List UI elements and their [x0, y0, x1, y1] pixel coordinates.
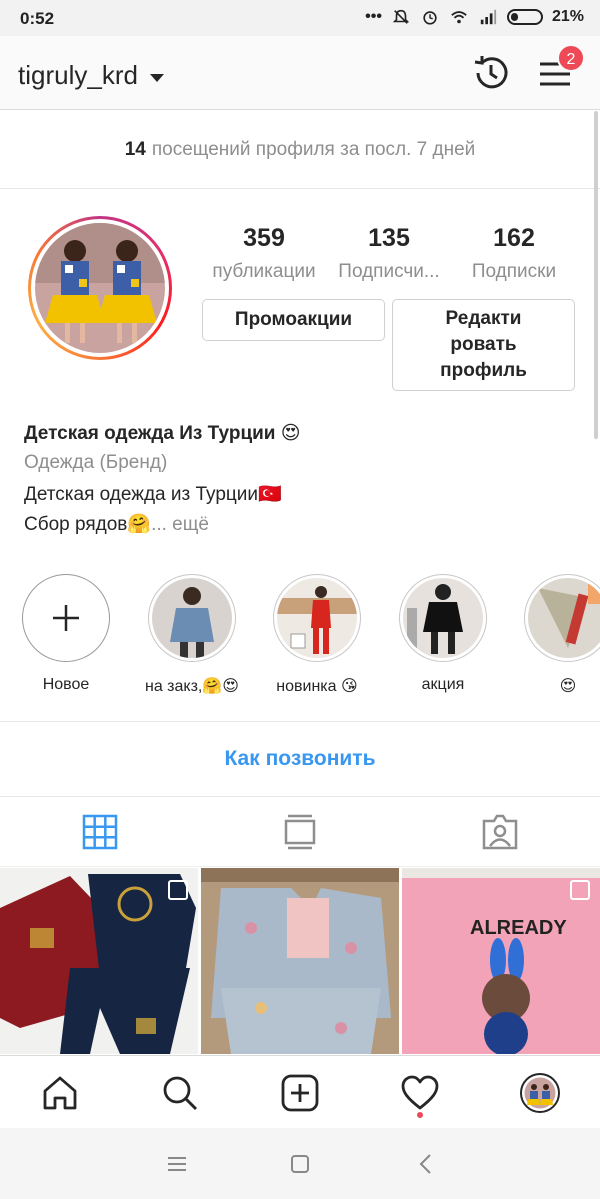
add-post-icon	[281, 1074, 319, 1111]
feed-icon	[284, 814, 316, 850]
highlight-new[interactable]: Новое	[11, 574, 121, 694]
stat-following[interactable]: 162 Подписки	[456, 224, 572, 283]
back-chevron-icon	[419, 1153, 431, 1174]
stat-label: Подписки	[471, 261, 557, 282]
chevron-down-icon	[149, 73, 164, 82]
nav-profile[interactable]	[480, 1056, 600, 1129]
highlight-image	[403, 578, 483, 658]
profile-avatar-icon	[520, 1072, 560, 1113]
nav-search[interactable]	[120, 1056, 240, 1129]
mute-icon	[392, 9, 410, 24]
status-bar: 0:52 ••• 21%	[0, 0, 600, 36]
plus-icon	[53, 605, 79, 631]
system-menu-button[interactable]	[117, 1128, 237, 1199]
nav-activity[interactable]	[360, 1056, 480, 1129]
alarm-icon	[423, 11, 437, 25]
home-icon	[43, 1076, 77, 1109]
account-switcher[interactable]: tigruly_krd	[18, 60, 164, 91]
post-thumbnail[interactable]	[201, 868, 399, 1054]
stat-value: 135	[368, 224, 410, 252]
tagged-person-icon	[482, 814, 518, 850]
scroll-indicator	[594, 111, 598, 439]
signal-icon	[480, 9, 497, 25]
bottom-navigation	[0, 1055, 600, 1128]
system-navigation-bar	[0, 1128, 600, 1199]
notification-badge: 2	[557, 44, 585, 72]
edit-profile-label-2: ровать	[450, 334, 517, 355]
bio-line: Детская одежда из Турции🇹🇷	[24, 484, 282, 505]
profile-top-bar: tigruly_krd	[0, 36, 600, 110]
wifi-icon	[451, 11, 467, 24]
visits-count: 14	[124, 139, 146, 160]
highlight-label: акция	[421, 676, 465, 693]
battery-percent: 21%	[551, 8, 584, 25]
svg-text:ALREADY: ALREADY	[470, 917, 567, 939]
bio-more-link[interactable]: ... ещё	[151, 514, 209, 535]
username: tigruly_krd	[18, 60, 138, 90]
stat-label: публикации	[212, 261, 316, 282]
highlight-item[interactable]: акция	[388, 574, 498, 694]
more-dots-icon: •••	[365, 8, 382, 25]
tab-feed[interactable]	[200, 797, 400, 867]
highlight-label: на закз,🤗😍	[145, 678, 239, 695]
promotions-button[interactable]: Промоакции	[202, 299, 385, 341]
highlight-image	[277, 578, 357, 658]
profile-category: Одежда (Бренд)	[24, 452, 168, 473]
archive-history-icon[interactable]	[470, 52, 512, 94]
highlight-item[interactable]: 😍	[513, 574, 600, 696]
system-home-button[interactable]	[240, 1128, 360, 1199]
heart-icon	[401, 1075, 439, 1109]
post-thumbnail[interactable]: ALREADY	[402, 868, 600, 1054]
call-link[interactable]: Как позвонить	[0, 722, 600, 796]
bio-line: Сбор рядов🤗... ещё	[24, 512, 209, 536]
highlight-image	[152, 578, 232, 658]
highlight-image	[528, 578, 600, 658]
tab-grid[interactable]	[0, 797, 200, 867]
status-time: 0:52	[20, 9, 55, 28]
avatar[interactable]	[28, 216, 172, 360]
battery-icon	[506, 9, 543, 25]
grid-icon	[82, 814, 118, 850]
posts-grid: ALREADY	[0, 868, 600, 1054]
profile-tabs	[0, 797, 600, 867]
edit-profile-button[interactable]: Редакти ровать профиль	[392, 299, 575, 391]
multiple-posts-icon	[168, 880, 188, 900]
highlight-item[interactable]: на закз,🤗😍	[137, 574, 247, 696]
visits-text: посещений профиля за посл. 7 дней	[151, 139, 476, 160]
edit-profile-label-1: Редакти	[445, 308, 522, 329]
highlight-label: 😍	[559, 678, 577, 695]
search-icon	[163, 1076, 198, 1110]
post-thumbnail[interactable]	[0, 868, 198, 1054]
stat-label: Подписчи...	[338, 261, 440, 282]
highlight-circle	[22, 574, 110, 662]
status-icons: ••• 21%	[365, 8, 584, 26]
post-image	[201, 868, 399, 1054]
stat-posts[interactable]: 359 публикации	[203, 224, 325, 283]
nav-home[interactable]	[0, 1056, 120, 1129]
home-square-icon	[291, 1154, 309, 1173]
bio-text: Сбор рядов🤗	[24, 514, 152, 535]
highlight-label: новинка 😘	[276, 678, 358, 695]
profile-name: Детская одежда Из Турции 😍	[24, 423, 301, 444]
tab-tagged[interactable]	[400, 797, 600, 867]
system-back-button[interactable]	[366, 1128, 486, 1199]
nav-new-post[interactable]	[240, 1056, 360, 1129]
stat-value: 162	[493, 224, 535, 252]
activity-indicator-dot	[417, 1112, 423, 1118]
highlight-label: Новое	[42, 676, 90, 693]
stat-followers[interactable]: 135 Подписчи...	[328, 224, 450, 283]
profile-visits-banner[interactable]: 14 посещений профиля за посл. 7 дней	[0, 111, 600, 189]
stat-value: 359	[243, 224, 285, 252]
avatar-image	[35, 223, 165, 353]
multiple-posts-icon	[570, 880, 590, 900]
edit-profile-label-3: профиль	[440, 360, 527, 381]
highlight-item[interactable]: новинка 😘	[262, 574, 372, 696]
recents-menu-icon	[168, 1156, 186, 1171]
